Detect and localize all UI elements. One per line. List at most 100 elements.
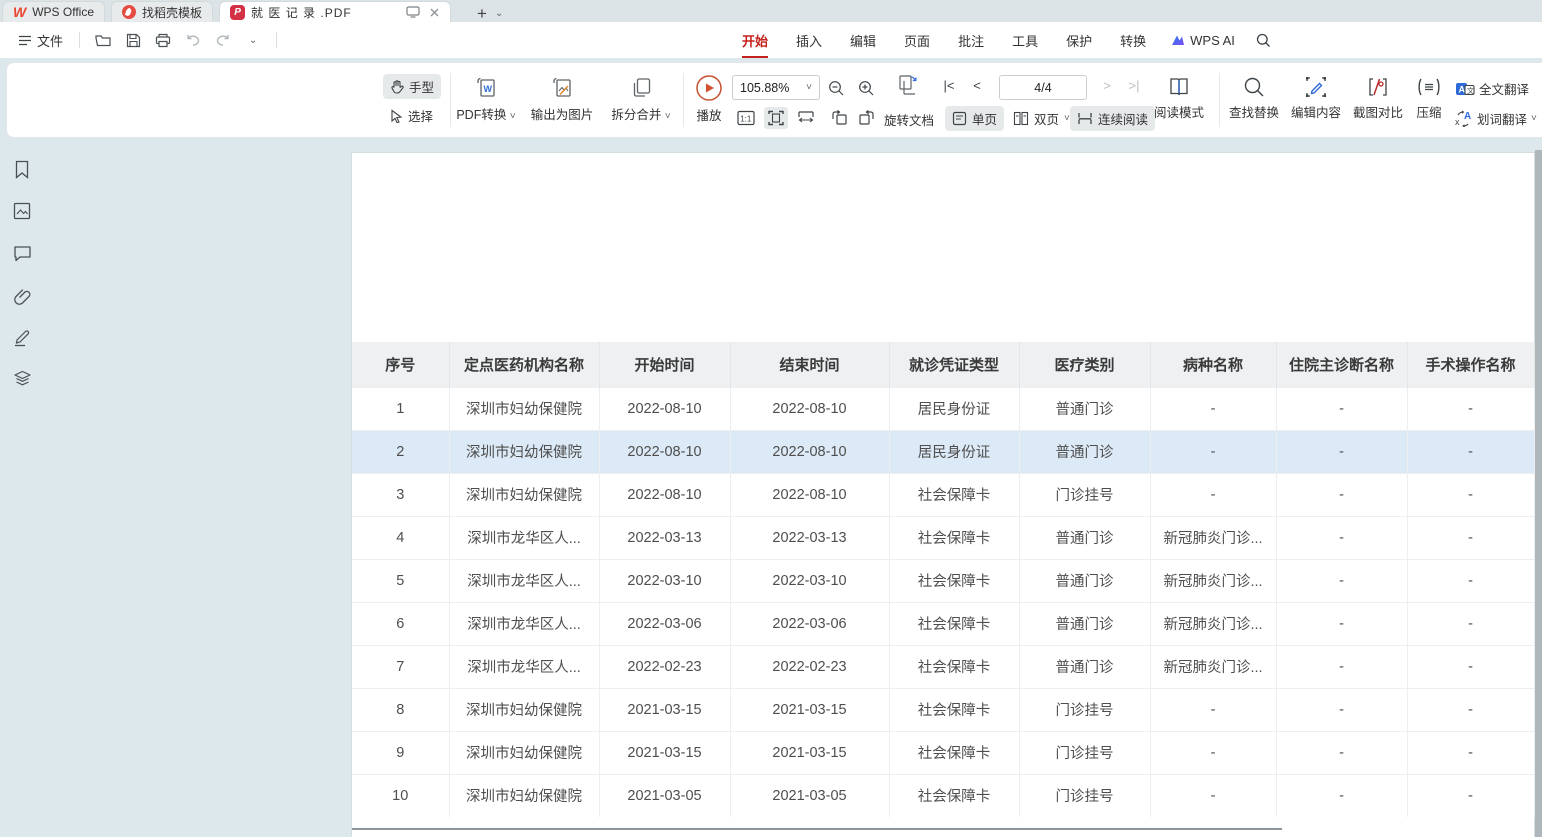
zoom-in-button[interactable] [853, 76, 879, 100]
single-page-button[interactable]: 单页 [945, 106, 1004, 131]
pdf-file-icon: P [230, 5, 245, 20]
zoom-level-select[interactable]: 105.88% ˅ [732, 75, 820, 100]
table-cell: 门诊挂号 [1019, 688, 1150, 731]
table-cell: 新冠肺炎门诊... [1150, 516, 1276, 559]
wps-ai-label: WPS AI [1190, 33, 1235, 48]
table-cell: 2022-08-10 [730, 430, 889, 473]
table-cell: 普通门诊 [1019, 516, 1150, 559]
menu-protect[interactable]: 保护 [1052, 25, 1106, 56]
table-cell: - [1276, 731, 1407, 774]
pdf-convert-button[interactable]: W PDF转换 ˅ [453, 75, 519, 123]
tab-list-chevron-icon[interactable]: ⌄ [495, 8, 503, 19]
screenshot-compare-button[interactable]: 截图对比 [1349, 75, 1407, 121]
edit-content-button[interactable]: 编辑内容 [1287, 75, 1345, 121]
page-number-input[interactable]: 4/4 [999, 75, 1087, 100]
table-row[interactable]: 6深圳市龙华区人...2022-03-062022-03-06社会保障卡普通门诊… [352, 602, 1534, 645]
monitor-icon[interactable] [406, 6, 420, 18]
tab-docer-templates[interactable]: 找稻壳模板 [111, 1, 213, 22]
column-header: 医疗类别 [1019, 342, 1150, 387]
document-viewport[interactable]: 序号定点医药机构名称开始时间结束时间就诊凭证类型医疗类别病种名称住院主诊断名称手… [0, 140, 1542, 837]
table-cell: 10 [352, 774, 449, 817]
export-image-button[interactable]: 输出为图片 [522, 75, 602, 123]
menu-page[interactable]: 页面 [890, 25, 944, 56]
table-row[interactable]: 9深圳市妇幼保健院2021-03-152021-03-15社会保障卡门诊挂号--… [352, 731, 1534, 774]
actual-size-button[interactable]: 1:1 [734, 107, 758, 129]
table-row[interactable]: 7深圳市龙华区人...2022-02-232022-02-23社会保障卡普通门诊… [352, 645, 1534, 688]
table-row[interactable]: 8深圳市妇幼保健院2021-03-152021-03-15社会保障卡门诊挂号--… [352, 688, 1534, 731]
tab-medical-record-pdf[interactable]: P 就 医 记 录 .PDF [219, 1, 451, 22]
hand-tool-button[interactable]: 手型 [383, 74, 441, 99]
table-cell: 2022-03-13 [599, 516, 730, 559]
table-cell: 2 [352, 430, 449, 473]
search-menu-icon[interactable] [1251, 28, 1277, 52]
menu-items: 开始 插入 编辑 页面 批注 工具 保护 转换 WPS AI [728, 25, 1277, 56]
vertical-scrollbar[interactable] [1535, 150, 1542, 837]
first-page-button[interactable]: |< [940, 78, 958, 93]
save-button[interactable] [120, 28, 146, 52]
table-cell: 社会保障卡 [889, 688, 1019, 731]
tab-label: WPS Office [32, 5, 94, 19]
last-page-button[interactable]: >| [1125, 78, 1143, 93]
close-tab-icon[interactable] [429, 7, 440, 18]
table-row[interactable]: 1深圳市妇幼保健院2022-08-102022-08-10居民身份证普通门诊--… [352, 387, 1534, 430]
select-tool-button[interactable]: 选择 [383, 103, 441, 128]
menu-edit[interactable]: 编辑 [836, 25, 890, 56]
column-header: 住院主诊断名称 [1276, 342, 1407, 387]
full-translate-button[interactable]: A 文 全文翻译 [1455, 79, 1529, 98]
chevron-down-icon: ˅ [510, 111, 516, 122]
read-mode-button[interactable]: 阅读模式 [1150, 75, 1208, 121]
table-row[interactable]: 2深圳市妇幼保健院2022-08-102022-08-10居民身份证普通门诊--… [352, 430, 1534, 473]
menu-tools[interactable]: 工具 [998, 25, 1052, 56]
next-page-button[interactable]: > [1098, 78, 1116, 93]
table-cell: - [1150, 688, 1276, 731]
wps-ai-button[interactable]: WPS AI [1160, 33, 1245, 48]
table-row[interactable]: 3深圳市妇幼保健院2022-08-102022-08-10社会保障卡门诊挂号--… [352, 473, 1534, 516]
double-page-button[interactable]: 双页 ˅ [1006, 106, 1077, 131]
rotate-right-button[interactable] [855, 107, 879, 129]
table-cell: 2021-03-15 [599, 731, 730, 774]
tab-wps-office[interactable]: W WPS Office [2, 1, 105, 22]
open-file-button[interactable] [90, 28, 116, 52]
menu-comment[interactable]: 批注 [944, 25, 998, 56]
more-quick-actions-chevron-icon[interactable]: ⌄ [240, 28, 266, 52]
find-replace-button[interactable]: 查找替换 [1225, 75, 1283, 121]
play-button[interactable]: 播放 [687, 74, 731, 124]
tab-label: 找稻壳模板 [142, 4, 202, 21]
fit-width-button[interactable] [794, 107, 818, 129]
find-replace-label: 查找替换 [1229, 102, 1279, 121]
rotate-left-button[interactable] [827, 107, 851, 129]
menu-insert[interactable]: 插入 [782, 25, 836, 56]
table-cell: 社会保障卡 [889, 516, 1019, 559]
menu-convert[interactable]: 转换 [1106, 25, 1160, 56]
print-button[interactable] [150, 28, 176, 52]
continuous-read-button[interactable]: 连续阅读 [1070, 106, 1155, 131]
split-merge-button[interactable]: 拆分合并 ˅ [605, 75, 677, 123]
svg-text:x: x [1455, 117, 1460, 127]
zoom-out-button[interactable] [823, 76, 849, 100]
fit-page-button[interactable] [764, 107, 788, 129]
redo-button[interactable] [210, 28, 236, 52]
swap-pages-button[interactable] [895, 73, 921, 97]
table-cell: - [1407, 602, 1534, 645]
continuous-read-icon [1077, 111, 1093, 126]
table-row[interactable]: 10深圳市妇幼保健院2021-03-052021-03-05社会保障卡门诊挂号-… [352, 774, 1534, 817]
table-row[interactable]: 4深圳市龙华区人...2022-03-132022-03-13社会保障卡普通门诊… [352, 516, 1534, 559]
undo-button[interactable] [180, 28, 206, 52]
rotate-document-button[interactable]: 旋转文档 [884, 110, 934, 129]
table-cell: 7 [352, 645, 449, 688]
table-cell: - [1407, 645, 1534, 688]
continuous-read-label: 连续阅读 [1098, 109, 1148, 128]
menu-home[interactable]: 开始 [728, 25, 782, 56]
table-row[interactable]: 5深圳市龙华区人...2022-03-102022-03-10社会保障卡普通门诊… [352, 559, 1534, 602]
single-page-icon [952, 111, 967, 126]
export-image-label: 输出为图片 [531, 104, 594, 123]
docer-logo-icon [122, 5, 136, 19]
previous-page-button[interactable]: < [968, 78, 986, 93]
table-cell: 深圳市妇幼保健院 [449, 774, 599, 817]
file-menu-button[interactable]: 文件 [12, 27, 69, 54]
new-tab-button[interactable]: + [477, 5, 487, 22]
word-translate-button[interactable]: x A 划词翻译 ˅ [1455, 109, 1537, 128]
table-cell: 2022-03-10 [730, 559, 889, 602]
table-cell: - [1276, 430, 1407, 473]
compress-button[interactable]: 压缩 [1411, 75, 1447, 121]
